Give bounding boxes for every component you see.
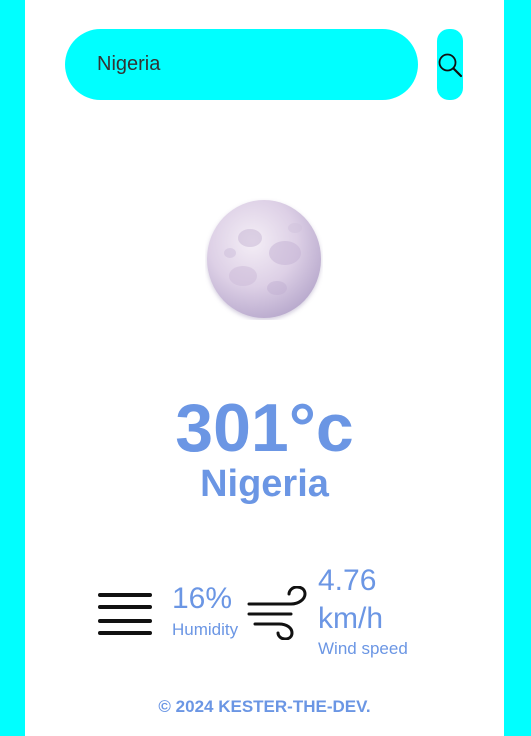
humidity-value: 16% [172,582,233,615]
humidity-label: Humidity [172,620,239,639]
wind-speed-value: 4.76 km/h [318,564,384,635]
city-name: Nigeria [200,463,329,505]
search-icon [438,53,463,77]
footer-copyright: © 2024 KESTER-THE-DEV. [158,697,371,716]
wind-icon [247,586,307,640]
menu-lines-icon [98,593,152,635]
search-input[interactable] [95,52,399,77]
weather-card: 301°c Nigeria 16% Humidity 4.76 km/h Win… [25,0,504,736]
wind-speed-label: Wind speed [318,639,408,658]
search-bar[interactable] [65,29,418,100]
moon-icon [207,200,321,318]
temperature: 301°c [175,390,354,466]
search-button[interactable] [437,29,463,100]
